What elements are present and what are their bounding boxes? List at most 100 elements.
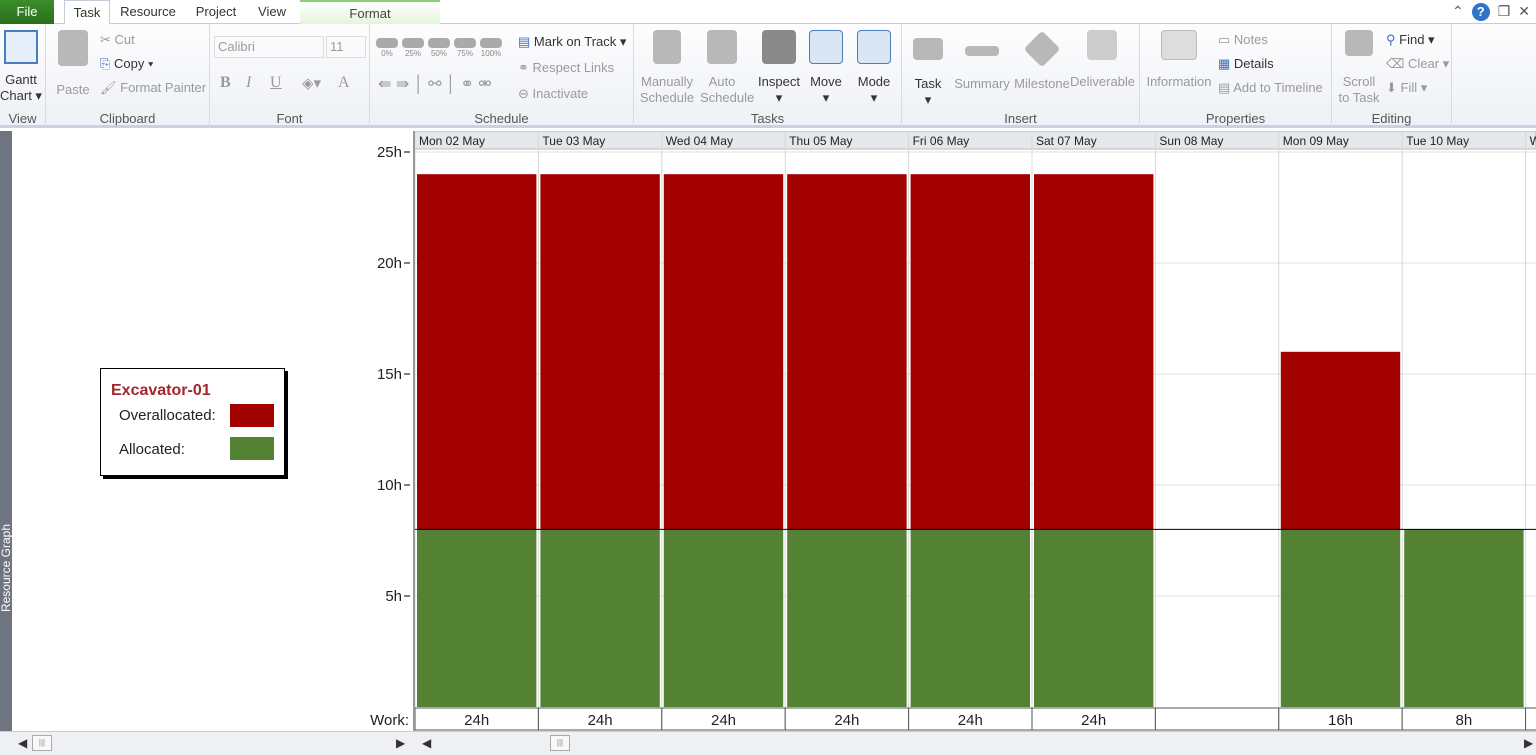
font-color-button[interactable]: A bbox=[338, 74, 350, 92]
binoculars-icon: ⚲ bbox=[1386, 32, 1400, 47]
eraser-icon: ⌫ bbox=[1386, 56, 1408, 71]
fill-button[interactable]: ⬇ Fill ▾ bbox=[1386, 80, 1427, 96]
scroll-right-icon[interactable]: ▶ bbox=[1524, 736, 1533, 750]
milestone-label: Milestone bbox=[1014, 76, 1070, 91]
tab-resource[interactable]: Resource bbox=[112, 0, 184, 24]
font-family-select[interactable]: Calibri bbox=[214, 36, 324, 58]
information-label: Information bbox=[1146, 74, 1212, 89]
paste-label: Paste bbox=[56, 82, 90, 97]
inactivate-button[interactable]: ⊖ Inactivate bbox=[518, 86, 588, 102]
percent-complete-button[interactable]: 50% bbox=[428, 38, 450, 58]
date-header: Mon 09 May bbox=[1283, 134, 1349, 148]
copy-button[interactable]: ⎘ Copy ▾ bbox=[100, 56, 153, 72]
group-label: Schedule bbox=[474, 111, 529, 126]
fill-color-icon[interactable]: ◈▾ bbox=[302, 74, 321, 92]
tab-task[interactable]: Task bbox=[64, 0, 110, 25]
tab-file[interactable]: File bbox=[0, 0, 54, 24]
paste-icon bbox=[58, 30, 88, 66]
scroll-right-icon[interactable]: ▶ bbox=[396, 736, 405, 750]
horizontal-scrollbars[interactable]: ◀ ||| ▶ ◀ ||| ▶ bbox=[0, 731, 1536, 755]
italic-button[interactable]: I bbox=[246, 74, 251, 92]
tab-view[interactable]: View bbox=[248, 0, 296, 24]
mode-icon bbox=[857, 30, 891, 64]
y-tick-label: 25h bbox=[377, 144, 402, 161]
find-button[interactable]: ⚲ Find ▾ bbox=[1386, 32, 1435, 48]
respect-links-button[interactable]: ⚭ Respect Links bbox=[518, 60, 614, 76]
format-painter-button[interactable]: 🖌 Format Painter bbox=[100, 80, 206, 96]
overallocated-bar bbox=[540, 174, 660, 530]
allocated-bar bbox=[417, 529, 537, 707]
fill-label: Fill ▾ bbox=[1400, 80, 1428, 95]
date-header: W bbox=[1530, 134, 1536, 148]
work-cell bbox=[1525, 707, 1536, 731]
deliverable-button[interactable]: Deliverable bbox=[1070, 30, 1135, 90]
restore-window-icon[interactable]: ❐ bbox=[1498, 3, 1511, 21]
help-icon[interactable]: ? bbox=[1471, 3, 1490, 21]
add-to-timeline-button[interactable]: ▤ Add to Timeline bbox=[1218, 80, 1323, 96]
move-button[interactable]: Move ▾ bbox=[806, 30, 846, 106]
scroll-to-task-button[interactable]: Scroll to Task bbox=[1336, 30, 1382, 106]
minimize-ribbon-icon[interactable]: ⌃ bbox=[1452, 3, 1464, 21]
information-icon bbox=[1161, 30, 1197, 60]
scroll-left-icon[interactable]: ◀ bbox=[18, 736, 27, 750]
bold-button[interactable]: B bbox=[220, 74, 231, 92]
pane-divider[interactable] bbox=[413, 131, 415, 731]
notes-button[interactable]: ▭ Notes bbox=[1218, 32, 1268, 48]
auto-schedule-icon bbox=[707, 30, 737, 64]
gantt-label: Gantt bbox=[5, 72, 37, 87]
auto-label-2: Schedule bbox=[700, 90, 755, 105]
scroll-left-icon[interactable]: ◀ bbox=[422, 736, 431, 750]
percent-complete-button[interactable]: 75% bbox=[454, 38, 476, 58]
mode-button[interactable]: Mode ▾ bbox=[852, 30, 896, 106]
allocated-bar bbox=[540, 529, 660, 707]
underline-button[interactable]: U bbox=[270, 74, 282, 92]
gantt-chart-icon bbox=[4, 30, 38, 64]
left-scroll-thumb[interactable]: ||| bbox=[32, 735, 52, 751]
allocated-bar bbox=[1034, 529, 1154, 707]
overallocated-bar bbox=[787, 174, 907, 530]
clear-button[interactable]: ⌫ Clear ▾ bbox=[1386, 56, 1449, 72]
cut-button[interactable]: ✂ Cut bbox=[100, 32, 135, 48]
group-clipboard: Paste ✂ Cut ⎘ Copy ▾ 🖌 Format Painter Cl… bbox=[46, 24, 210, 128]
tab-project[interactable]: Project bbox=[188, 0, 244, 24]
task-insert-button[interactable]: Task ▾ bbox=[908, 30, 948, 108]
mark-on-track-button[interactable]: ▤ Mark on Track ▾ bbox=[518, 34, 626, 50]
milestone-icon bbox=[1023, 30, 1061, 68]
paste-button[interactable]: Paste bbox=[54, 30, 92, 98]
percent-complete-button[interactable]: 0% bbox=[376, 38, 398, 58]
font-size-select[interactable]: 11 bbox=[326, 36, 366, 58]
link-icon: ⚭ bbox=[518, 60, 533, 75]
respect-links-label: Respect Links bbox=[532, 60, 615, 75]
mark-on-track-label: Mark on Track ▾ bbox=[533, 34, 627, 49]
group-label: Properties bbox=[1205, 111, 1266, 126]
scroll-label: Scroll bbox=[1342, 74, 1376, 89]
auto-label: Auto bbox=[708, 74, 736, 89]
group-label: Font bbox=[276, 111, 303, 126]
copy-label: Copy ▾ bbox=[114, 56, 154, 71]
work-value: 24h bbox=[464, 712, 489, 729]
group-view: Gantt Chart ▾ View bbox=[0, 24, 46, 128]
deliverable-icon bbox=[1087, 30, 1117, 60]
summary-button[interactable]: Summary bbox=[950, 30, 1014, 92]
scroll-to-task-icon bbox=[1345, 30, 1373, 56]
percent-complete-button[interactable]: 25% bbox=[402, 38, 424, 58]
manually-schedule-button[interactable]: Manually Schedule bbox=[638, 30, 696, 106]
milestone-button[interactable]: Milestone bbox=[1012, 30, 1072, 92]
right-scroll-thumb[interactable]: ||| bbox=[550, 735, 570, 751]
date-header: Fri 06 May bbox=[913, 134, 970, 148]
gantt-chart-button[interactable]: Gantt Chart ▾ bbox=[0, 30, 42, 104]
outdent-indent-icons[interactable]: ⇚ ⇛ │ ⚯ │ ⚭ ⚮ bbox=[378, 74, 492, 94]
date-header: Tue 03 May bbox=[542, 134, 605, 148]
inspect-icon bbox=[762, 30, 796, 64]
group-font: Calibri 11 B I U ◈▾ A Font bbox=[210, 24, 370, 128]
inspect-button[interactable]: Inspect ▾ bbox=[756, 30, 802, 106]
scroll-label-2: to Task bbox=[1338, 90, 1380, 105]
mode-label: Mode bbox=[857, 74, 891, 89]
percent-complete-button[interactable]: 100% bbox=[480, 38, 502, 58]
auto-schedule-button[interactable]: Auto Schedule bbox=[700, 30, 755, 106]
format-painter-label: Format Painter bbox=[120, 80, 207, 95]
close-window-icon[interactable]: ✕ bbox=[1518, 3, 1530, 21]
tab-format[interactable]: Format bbox=[300, 0, 440, 24]
information-button[interactable]: Information bbox=[1144, 30, 1214, 90]
details-button[interactable]: ▦ Details bbox=[1218, 56, 1274, 72]
